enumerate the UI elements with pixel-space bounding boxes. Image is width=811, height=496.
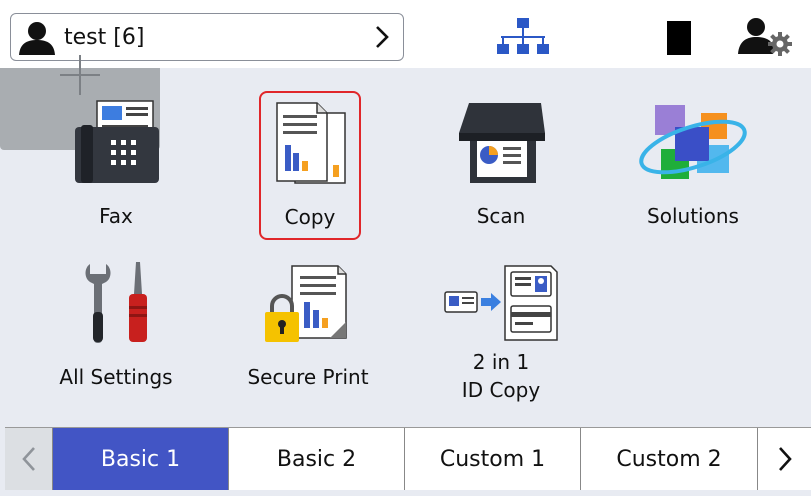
secure-print-icon xyxy=(265,265,347,342)
solutions-label: Solutions xyxy=(647,204,739,228)
copy-tile[interactable]: Copy xyxy=(259,91,361,240)
admin-settings-icon[interactable] xyxy=(738,16,794,56)
tab-custom-1[interactable]: Custom 1 xyxy=(405,428,581,490)
solutions-icon xyxy=(639,105,747,179)
shortcut-tab-bar: Basic 1 Basic 2 Custom 1 Custom 2 xyxy=(5,427,811,490)
copy-icon xyxy=(276,102,346,184)
copy-label: Copy xyxy=(284,205,336,229)
scan-icon xyxy=(459,103,545,183)
top-status-bar: test [6] xyxy=(0,0,811,68)
tab-label: Custom 1 xyxy=(439,446,546,472)
chevron-right-icon xyxy=(376,26,389,48)
tab-basic-2[interactable]: Basic 2 xyxy=(229,428,405,490)
user-name-label: test [6] xyxy=(64,25,145,50)
chevron-right-icon xyxy=(778,447,792,471)
scan-label: Scan xyxy=(476,204,526,228)
tools-icon xyxy=(85,262,147,343)
all-settings-label: All Settings xyxy=(59,365,173,389)
tab-prev-button[interactable] xyxy=(5,428,53,490)
secure-print-tile[interactable]: Secure Print xyxy=(218,250,398,410)
fax-tile[interactable]: Fax xyxy=(26,85,206,245)
plus-icon xyxy=(60,55,100,95)
tab-basic-1[interactable]: Basic 1 xyxy=(53,428,229,490)
tab-label: Custom 2 xyxy=(616,446,722,472)
fax-label: Fax xyxy=(99,204,133,228)
tab-next-button[interactable] xyxy=(758,428,811,490)
tab-label: Basic 2 xyxy=(276,446,357,472)
secure-print-label: Secure Print xyxy=(247,365,369,389)
scan-tile[interactable]: Scan xyxy=(411,85,591,245)
tab-custom-2[interactable]: Custom 2 xyxy=(581,428,758,490)
user-icon xyxy=(19,22,55,55)
id-copy-icon xyxy=(444,265,558,341)
id-copy-tile[interactable]: 2 in 1 ID Copy xyxy=(411,250,591,410)
toner-level-icon[interactable] xyxy=(667,21,691,55)
printer-home-screen: test [6] Fax Copy Scan Solutions All Set… xyxy=(0,0,811,496)
chevron-left-icon xyxy=(21,447,35,471)
fax-icon xyxy=(75,100,159,183)
network-icon[interactable] xyxy=(497,18,549,56)
tab-label: Basic 1 xyxy=(100,446,181,472)
id-copy-label-line1: 2 in 1 xyxy=(472,350,530,374)
id-copy-label-line2: ID Copy xyxy=(461,378,541,402)
solutions-tile[interactable]: Solutions xyxy=(603,85,783,245)
all-settings-tile[interactable]: All Settings xyxy=(26,250,206,410)
